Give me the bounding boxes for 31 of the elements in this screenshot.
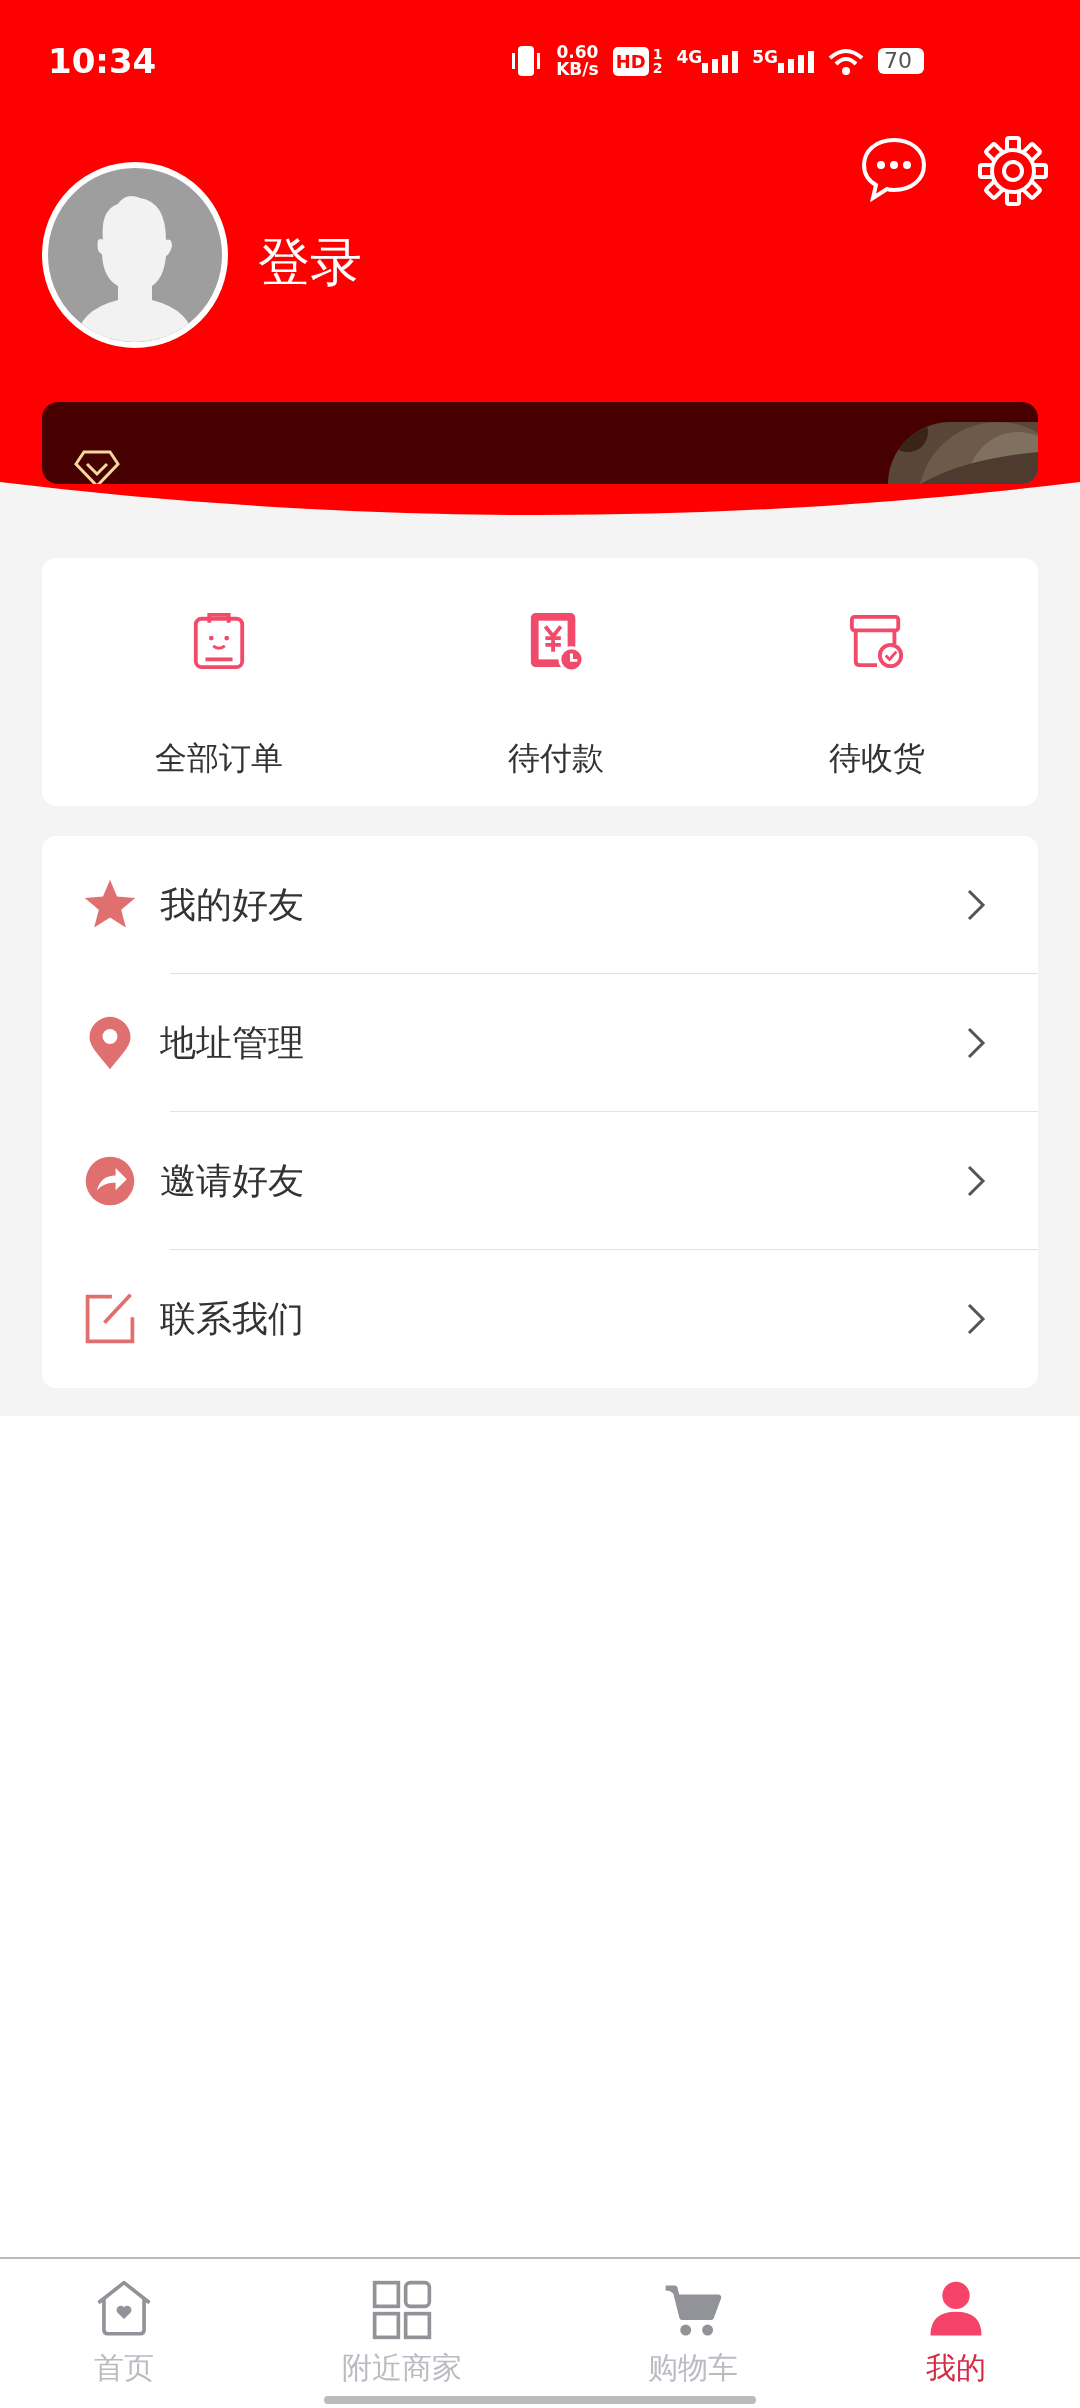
- network-type: 4G: [676, 49, 703, 66]
- speed-unit: KB/s: [556, 61, 599, 78]
- network-type: 5G: [752, 49, 778, 66]
- wifi-icon: [828, 46, 864, 76]
- order-tab[interactable]: 待收货: [716, 558, 1038, 806]
- menu-item[interactable]: 我的好友: [42, 836, 1038, 974]
- status-time: 10:34: [48, 39, 157, 83]
- vibrate-icon: [510, 44, 543, 78]
- hd-badge: HD: [612, 46, 649, 76]
- chevron-right-icon: [966, 888, 986, 922]
- diamond-icon: [72, 448, 122, 484]
- chevron-right-icon: [966, 1026, 986, 1060]
- settings-icon[interactable]: [978, 136, 1048, 206]
- signal-icon: [778, 49, 814, 73]
- speed-text: 0.60: [556, 44, 599, 61]
- menu-item[interactable]: 地址管理: [42, 974, 1038, 1112]
- order-tab[interactable]: 待付款: [395, 558, 717, 806]
- order-tab[interactable]: 全部订单: [42, 558, 396, 806]
- menu-item[interactable]: 联系我们: [42, 1250, 1038, 1388]
- chevron-right-icon: [966, 1302, 986, 1336]
- menu-item[interactable]: 邀请好友: [42, 1112, 1038, 1250]
- vip-card[interactable]: [42, 402, 1038, 484]
- signal-icon: [702, 49, 739, 73]
- login-link[interactable]: 登录: [258, 223, 362, 301]
- sim-number: 2: [652, 61, 663, 75]
- sim-number: 1: [652, 47, 663, 61]
- chat-icon[interactable]: [860, 136, 928, 202]
- grid-icon: [370, 2279, 433, 2341]
- nav-tab[interactable]: 我的: [831, 2259, 1080, 2408]
- battery-indicator: 70: [878, 47, 924, 75]
- chevron-right-icon: [966, 1164, 986, 1198]
